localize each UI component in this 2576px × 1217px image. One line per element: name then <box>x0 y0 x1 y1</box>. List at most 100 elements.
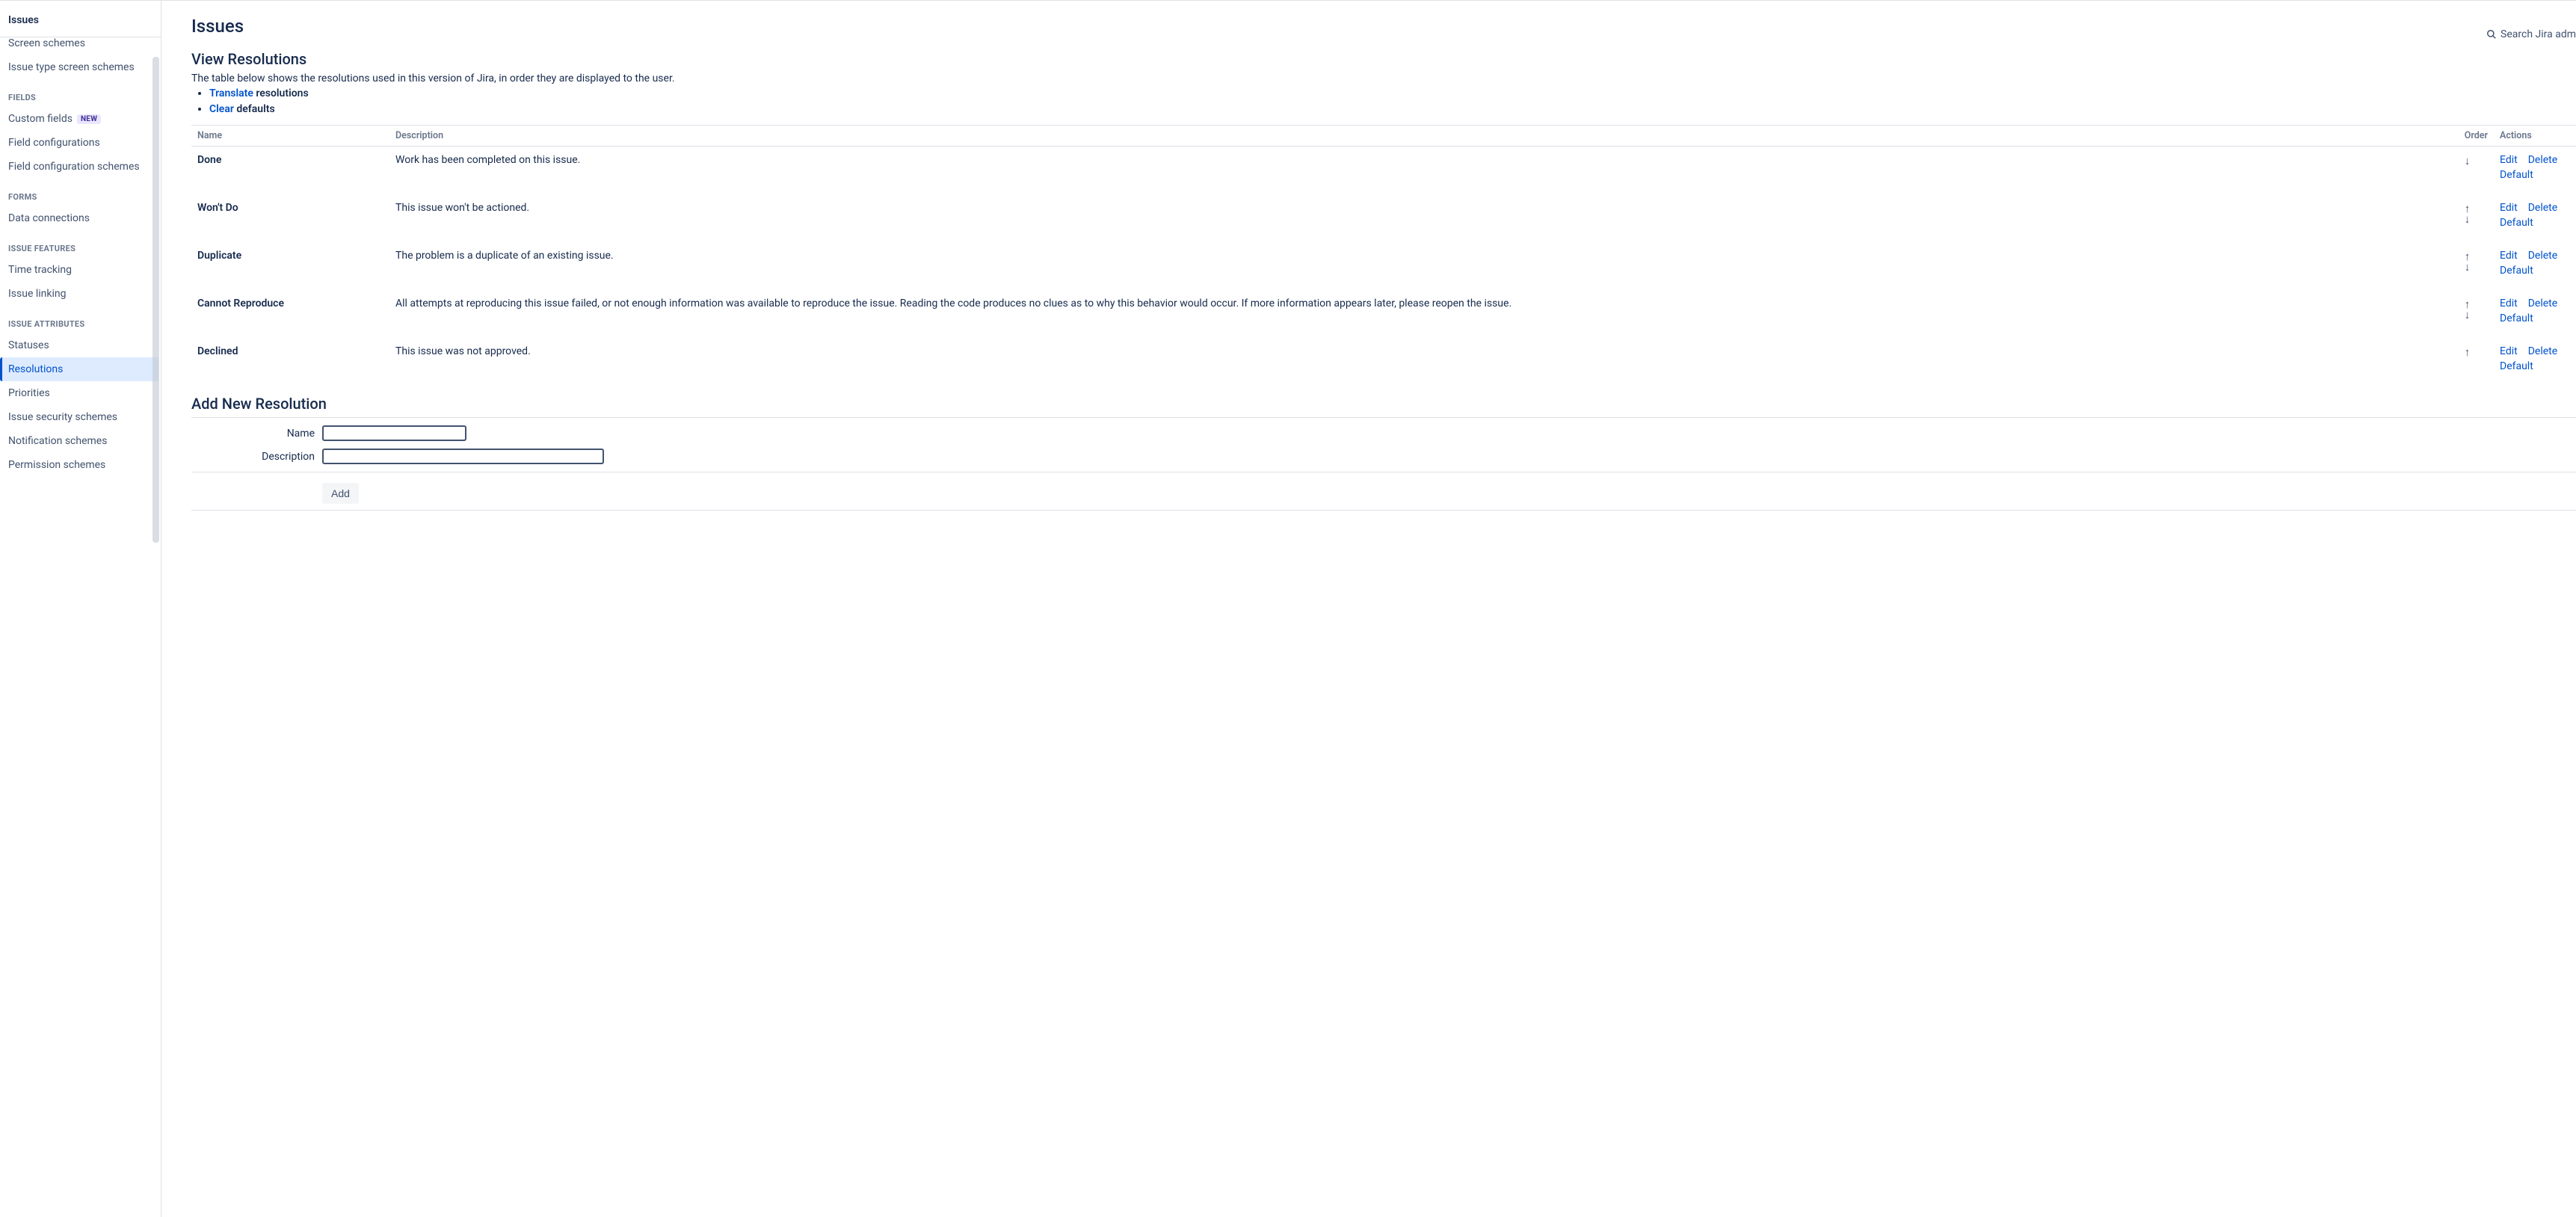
search-icon <box>2486 29 2497 40</box>
actions-cell: Edit Delete Default <box>2494 188 2576 236</box>
add-resolution-title: Add New Resolution <box>191 395 2576 413</box>
description-label: Description <box>191 451 322 463</box>
resolution-description: This issue was not approved. <box>389 332 2459 380</box>
sidebar-item-screen-schemes[interactable]: Screen schemes <box>0 36 161 55</box>
sidebar-item-label: Data connections <box>8 212 90 224</box>
actions-cell: Edit Delete Default <box>2494 147 2576 189</box>
sidebar-item-label: Statuses <box>8 339 49 351</box>
clear-rest: defaults <box>236 103 274 115</box>
sidebar-group-fields: FIELDS <box>0 79 161 107</box>
edit-link[interactable]: Edit <box>2500 202 2518 214</box>
sidebar-group-issue-features: ISSUE FEATURES <box>0 230 161 258</box>
resolution-description: Work has been completed on this issue. <box>389 147 2459 189</box>
sidebar-item-label: Issue type screen schemes <box>8 61 135 73</box>
sidebar-item-field-configurations[interactable]: Field configurations <box>0 131 161 155</box>
intro-text: The table below shows the resolutions us… <box>191 73 2576 84</box>
new-badge: NEW <box>77 114 101 124</box>
default-link[interactable]: Default <box>2500 217 2533 229</box>
table-row: Won't DoThis issue won't be actioned.↑↓E… <box>191 188 2576 236</box>
sidebar: Issues Screen schemes Issue type screen … <box>0 1 161 1217</box>
arrow-down-icon[interactable]: ↓ <box>2465 262 2488 272</box>
sidebar-item-custom-fields[interactable]: Custom fields NEW <box>0 107 161 131</box>
order-cell: ↑ <box>2459 332 2494 380</box>
sidebar-item-notification-schemes[interactable]: Notification schemes <box>0 429 161 453</box>
edit-link[interactable]: Edit <box>2500 345 2518 357</box>
col-header-actions: Actions <box>2494 126 2576 147</box>
clear-list-item: Clear defaults <box>209 102 2576 117</box>
delete-link[interactable]: Delete <box>2528 345 2557 357</box>
resolution-name: Declined <box>191 332 389 380</box>
resolution-name: Duplicate <box>191 236 389 284</box>
scrollbar[interactable] <box>152 57 159 543</box>
sidebar-item-issue-linking[interactable]: Issue linking <box>0 282 161 306</box>
sidebar-item-field-configuration-schemes[interactable]: Field configuration schemes <box>0 155 161 179</box>
translate-link[interactable]: Translate <box>209 87 253 99</box>
resolution-description: All attempts at reproducing this issue f… <box>389 284 2459 332</box>
default-link[interactable]: Default <box>2500 169 2533 181</box>
sidebar-item-issue-type-screen-schemes[interactable]: Issue type screen schemes <box>0 55 161 79</box>
sidebar-item-time-tracking[interactable]: Time tracking <box>0 258 161 282</box>
arrow-down-icon[interactable]: ↓ <box>2465 309 2488 320</box>
table-row: DoneWork has been completed on this issu… <box>191 147 2576 189</box>
page-title: Issues <box>191 16 244 37</box>
table-row: DuplicateThe problem is a duplicate of a… <box>191 236 2576 284</box>
col-header-order: Order <box>2459 126 2494 147</box>
main-content: Issues Search Jira adm View Resolutions … <box>161 1 2576 1217</box>
sidebar-item-label: Notification schemes <box>8 435 107 447</box>
sidebar-item-issue-security-schemes[interactable]: Issue security schemes <box>0 405 161 429</box>
table-row: Cannot ReproduceAll attempts at reproduc… <box>191 284 2576 332</box>
arrow-up-icon[interactable]: ↑ <box>2465 347 2488 357</box>
resolution-name: Won't Do <box>191 188 389 236</box>
sidebar-item-label: Custom fields <box>8 113 73 125</box>
delete-link[interactable]: Delete <box>2528 250 2557 262</box>
sidebar-item-label: Screen schemes <box>8 37 85 49</box>
default-link[interactable]: Default <box>2500 265 2533 277</box>
translate-rest: resolutions <box>253 87 309 99</box>
order-cell: ↑↓ <box>2459 236 2494 284</box>
sidebar-item-label: Field configurations <box>8 137 100 149</box>
actions-cell: Edit Delete Default <box>2494 236 2576 284</box>
order-cell: ↓ <box>2459 147 2494 189</box>
delete-link[interactable]: Delete <box>2528 154 2557 166</box>
sidebar-item-label: Field configuration schemes <box>8 161 140 173</box>
delete-link[interactable]: Delete <box>2528 202 2557 214</box>
edit-link[interactable]: Edit <box>2500 154 2518 166</box>
sidebar-item-label: Issue security schemes <box>8 411 117 423</box>
sidebar-section-title: Issues <box>0 1 161 37</box>
divider <box>191 510 2576 511</box>
sidebar-item-resolutions[interactable]: Resolutions <box>0 357 158 381</box>
edit-link[interactable]: Edit <box>2500 298 2518 309</box>
search-jira-admin[interactable]: Search Jira adm <box>2486 25 2576 40</box>
resolution-name: Done <box>191 147 389 189</box>
divider <box>191 417 2576 418</box>
default-link[interactable]: Default <box>2500 312 2533 324</box>
sidebar-item-permission-schemes[interactable]: Permission schemes <box>0 453 161 477</box>
edit-link[interactable]: Edit <box>2500 250 2518 262</box>
col-header-name: Name <box>191 126 389 147</box>
delete-link[interactable]: Delete <box>2528 298 2557 309</box>
order-cell: ↑↓ <box>2459 284 2494 332</box>
name-label: Name <box>191 428 322 440</box>
sidebar-group-forms: FORMS <box>0 179 161 206</box>
sidebar-item-priorities[interactable]: Priorities <box>0 381 161 405</box>
resolution-description: This issue won't be actioned. <box>389 188 2459 236</box>
sidebar-group-issue-attributes: ISSUE ATTRIBUTES <box>0 306 161 333</box>
arrow-down-icon[interactable]: ↓ <box>2465 214 2488 224</box>
name-input[interactable] <box>322 425 466 441</box>
sidebar-item-label: Permission schemes <box>8 459 105 471</box>
sidebar-item-data-connections[interactable]: Data connections <box>0 206 161 230</box>
arrow-down-icon[interactable]: ↓ <box>2465 155 2488 166</box>
intro-list: Translate resolutions Clear defaults <box>191 86 2576 117</box>
translate-list-item: Translate resolutions <box>209 86 2576 102</box>
description-input[interactable] <box>322 449 604 464</box>
resolution-name: Cannot Reproduce <box>191 284 389 332</box>
sidebar-item-statuses[interactable]: Statuses <box>0 333 161 357</box>
table-row: DeclinedThis issue was not approved. ↑ Edi… <box>191 332 2576 380</box>
sidebar-item-label: Resolutions <box>8 363 63 375</box>
default-link[interactable]: Default <box>2500 360 2533 372</box>
clear-link[interactable]: Clear <box>209 103 234 115</box>
add-button[interactable]: Add <box>322 483 359 504</box>
search-label: Search Jira adm <box>2500 28 2576 40</box>
resolutions-table: Name Description Order Actions DoneWork … <box>191 125 2576 380</box>
sidebar-item-label: Priorities <box>8 387 50 399</box>
